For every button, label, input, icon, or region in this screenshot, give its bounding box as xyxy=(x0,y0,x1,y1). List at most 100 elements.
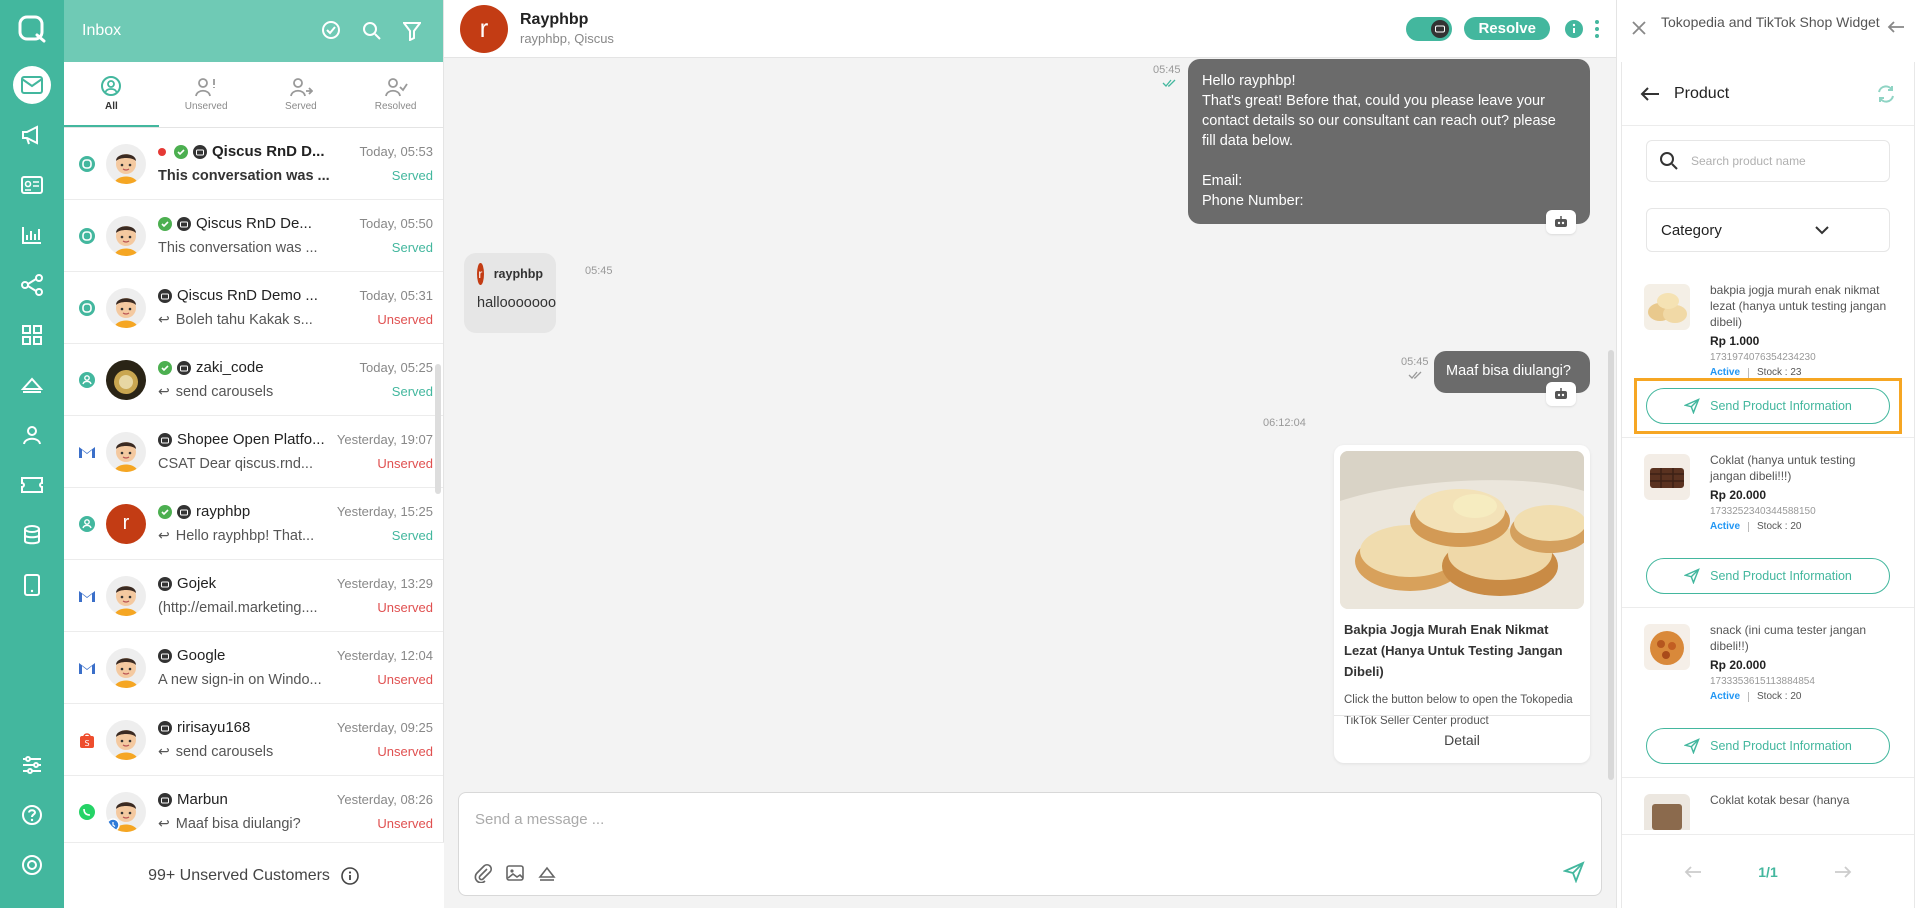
product-name: snack (ini cuma tester jangan dibeli!!) xyxy=(1710,623,1867,653)
bot-template-icon[interactable] xyxy=(537,863,557,883)
customer-avatar[interactable]: r xyxy=(460,4,508,53)
product-status: Active xyxy=(1710,367,1741,378)
avatar xyxy=(106,575,146,616)
send-product-info-button[interactable]: Send Product Information xyxy=(1646,388,1890,424)
conversation-item[interactable]: Google Yesterday, 12:04 A new sign-in on… xyxy=(64,632,443,704)
bot-badge-icon xyxy=(177,504,191,519)
message-time: 05:45 xyxy=(1153,64,1181,76)
nav-rail xyxy=(0,0,64,908)
inbox-icon[interactable] xyxy=(13,66,51,104)
message-time: 06:12:04 xyxy=(1263,417,1306,429)
unread-dot xyxy=(158,147,166,156)
reply-icon: ↩ xyxy=(158,527,170,543)
message-text: Maaf bisa diulangi? xyxy=(1446,363,1571,379)
apps-grid-icon[interactable] xyxy=(13,316,51,354)
check-circle-icon[interactable] xyxy=(319,18,345,44)
conversation-item[interactable]: Qiscus RnD De... Today, 05:50 This conve… xyxy=(64,200,443,272)
conversation-item[interactable]: Shopee Open Platfo... Yesterday, 19:07 C… xyxy=(64,416,443,488)
conversation-time: Yesterday, 12:04 xyxy=(336,648,433,663)
tab-unserved-label: Unserved xyxy=(184,101,228,112)
ticket-icon[interactable] xyxy=(13,466,51,504)
product-search-input[interactable]: Search product name xyxy=(1646,140,1890,182)
message-line: Email: xyxy=(1202,173,1243,189)
tab-resolved[interactable]: Resolved xyxy=(348,62,443,127)
database-icon[interactable] xyxy=(13,516,51,554)
product-card-message: Bakpia Jogja Murah Enak Nikmat Lezat (Ha… xyxy=(1334,445,1590,763)
qiscus-channel-icon xyxy=(78,227,96,245)
bot-badge-icon xyxy=(158,432,172,447)
conversation-name: rayphbp xyxy=(196,503,251,520)
contacts-icon[interactable] xyxy=(13,166,51,204)
agent-icon[interactable] xyxy=(13,416,51,454)
conversation-item[interactable]: zaki_code Today, 05:25 ↩ send carousels … xyxy=(64,344,443,416)
message-composer[interactable]: Send a message ... xyxy=(458,792,1602,896)
info-icon[interactable] xyxy=(1564,19,1584,39)
avatar xyxy=(106,359,146,400)
tab-served[interactable]: Served xyxy=(254,62,349,127)
message-input[interactable]: Send a message ... xyxy=(475,811,604,828)
send-product-info-button[interactable]: Send Product Information xyxy=(1646,728,1890,764)
settings-sliders-icon[interactable] xyxy=(13,746,51,784)
product-thumbnail xyxy=(1644,624,1690,670)
product-item: snack (ini cuma tester jangan dibeli!!) … xyxy=(1622,608,1914,778)
conversation-list: Qiscus RnD D... Today, 05:53 This conver… xyxy=(64,128,443,834)
send-product-info-button[interactable]: Send Product Information xyxy=(1646,558,1890,594)
power-icon[interactable] xyxy=(13,846,51,884)
detail-button[interactable]: Detail xyxy=(1334,715,1590,763)
next-page-icon[interactable] xyxy=(1834,865,1852,879)
conversation-scrollbar[interactable] xyxy=(435,364,441,494)
sender-name: rayphbp xyxy=(493,267,543,281)
svg-text:S: S xyxy=(84,739,89,748)
analytics-icon[interactable] xyxy=(13,216,51,254)
qiscus-logo-icon[interactable] xyxy=(17,14,47,44)
help-icon[interactable] xyxy=(13,796,51,834)
tab-unserved[interactable]: Unserved xyxy=(159,62,254,127)
product-panel-header: Product xyxy=(1622,62,1914,126)
search-icon[interactable] xyxy=(359,18,385,44)
conversation-item[interactable]: r rayphbp Yesterday, 15:25 ↩ Hello rayph… xyxy=(64,488,443,560)
conversation-time: Today, 05:53 xyxy=(359,144,433,159)
more-vertical-icon[interactable] xyxy=(1594,19,1600,39)
message-time: 05:45 xyxy=(1401,356,1429,368)
category-select[interactable]: Category xyxy=(1646,208,1890,252)
double-check-icon xyxy=(1162,78,1178,88)
agent-channel-icon xyxy=(78,371,96,389)
attachment-icon[interactable] xyxy=(473,863,493,883)
status-badge: Served xyxy=(391,168,433,183)
tab-all[interactable]: All xyxy=(64,62,159,127)
bot-toggle[interactable] xyxy=(1406,16,1453,41)
close-icon[interactable] xyxy=(1631,20,1647,36)
resolve-button[interactable]: Resolve xyxy=(1464,17,1550,40)
conversation-item[interactable]: Qiscus RnD D... Today, 05:53 This conver… xyxy=(64,128,443,200)
send-icon[interactable] xyxy=(1563,861,1585,883)
message-line: contact details so our consultant can re… xyxy=(1202,113,1556,129)
info-icon[interactable] xyxy=(340,866,360,886)
user-arrow-icon xyxy=(289,77,313,97)
conversation-item[interactable]: S ririsayu168 Yesterday, 09:25 ↩ send ca… xyxy=(64,704,443,776)
conversation-item[interactable]: Qiscus RnD Demo ... Today, 05:31 ↩ Boleh… xyxy=(64,272,443,344)
image-icon[interactable] xyxy=(505,863,525,883)
back-arrow-icon[interactable] xyxy=(1640,86,1660,102)
bot-badge-icon xyxy=(158,720,172,735)
mobile-icon[interactable] xyxy=(13,566,51,604)
message-line: Hello rayphbp! xyxy=(1202,73,1296,89)
arrow-left-icon[interactable] xyxy=(1887,20,1905,34)
conversation-preview: This conversation was ... xyxy=(158,239,318,256)
unserved-footer[interactable]: 99+ Unserved Customers xyxy=(64,842,444,908)
conversation-name: Marbun xyxy=(177,791,228,808)
product-stock: Stock : 23 xyxy=(1757,367,1802,378)
broadcast-icon[interactable] xyxy=(13,116,51,154)
conversation-item[interactable]: Gojek Yesterday, 13:29 (http://email.mar… xyxy=(64,560,443,632)
conversation-item[interactable]: Marbun Yesterday, 08:26 ↩ Maaf bisa diul… xyxy=(64,776,443,834)
filter-icon[interactable] xyxy=(399,18,425,44)
conversation-name: Qiscus RnD D... xyxy=(212,143,325,160)
bot-icon[interactable] xyxy=(13,366,51,404)
refresh-icon[interactable] xyxy=(1876,84,1896,104)
status-badge: Unserved xyxy=(377,600,433,615)
integration-icon[interactable] xyxy=(13,266,51,304)
chat-scrollbar[interactable] xyxy=(1608,350,1614,780)
avatar xyxy=(106,215,146,256)
prev-page-icon[interactable] xyxy=(1684,865,1702,879)
send-icon xyxy=(1684,568,1700,584)
avatar xyxy=(106,647,146,688)
